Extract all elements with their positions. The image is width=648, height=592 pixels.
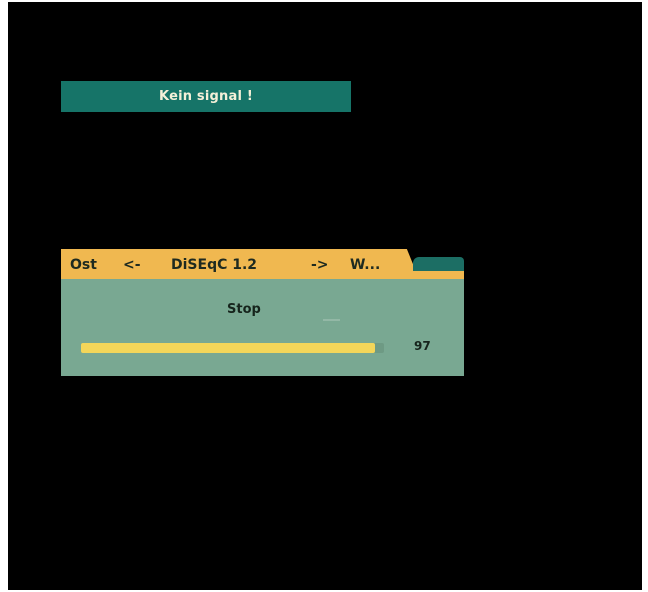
diseqc-motor-panel: Ost <- DiSEqC 1.2 -> W... Stop 97	[61, 249, 464, 376]
direction-east-label[interactable]: Ost	[70, 249, 97, 279]
tv-screen: Kein signal ! Ost <- DiSEqC 1.2 -> W... …	[8, 2, 642, 590]
arrow-left-icon[interactable]: <-	[123, 249, 141, 279]
no-signal-banner: Kein signal !	[61, 81, 351, 112]
panel-corner-strip	[405, 271, 464, 279]
signal-value: 97	[414, 339, 431, 353]
diseqc-mode-label: DiSEqC 1.2	[171, 257, 258, 273]
secondary-value-placeholder	[323, 319, 340, 321]
panel-body: Stop 97	[61, 279, 464, 376]
signal-progress-bar	[81, 343, 384, 353]
arrow-right-icon[interactable]: ->	[311, 249, 329, 279]
direction-west-label[interactable]: W...	[350, 249, 380, 279]
signal-progress-fill	[81, 343, 375, 353]
panel-corner-tab	[413, 257, 464, 271]
stop-button[interactable]: Stop	[227, 302, 261, 317]
